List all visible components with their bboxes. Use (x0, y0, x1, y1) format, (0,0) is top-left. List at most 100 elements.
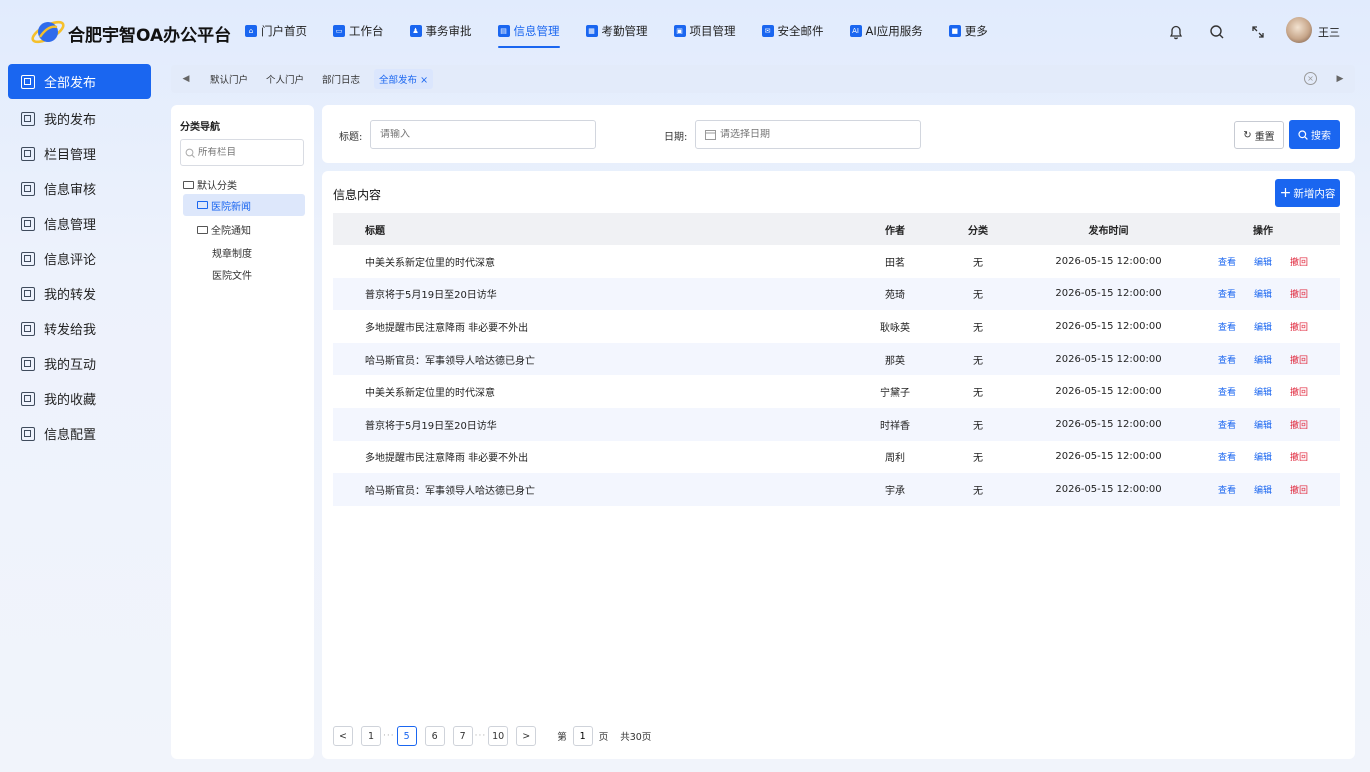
recall-link[interactable]: 撤回 (1290, 453, 1308, 463)
nav-workbench[interactable]: ▭ 工作台 (320, 0, 397, 62)
nav-more[interactable]: ■ 更多 (936, 0, 1001, 62)
view-link[interactable]: 查看 (1218, 323, 1236, 333)
sidebar-item-column-management[interactable]: 栏目管理 (0, 136, 160, 171)
sidebar-item-info-config[interactable]: 信息配置 (0, 416, 160, 451)
cell-title[interactable]: 普京将于5月19日至20日访华 (333, 277, 865, 311)
tab-personal-portal[interactable]: 个人门户 (257, 72, 313, 86)
ellipsis[interactable]: ··· (475, 731, 487, 741)
edit-link[interactable]: 编辑 (1254, 388, 1272, 398)
cell-category: 无 (925, 407, 1031, 441)
column-icon (21, 146, 35, 161)
favorite-icon (21, 391, 35, 406)
pagination: < 1 ··· 5 6 7 ··· 10 > 第 页 共30页 (333, 726, 657, 746)
cell-title[interactable]: 哈马斯官员：军事领导人哈达德已身亡 (333, 473, 865, 506)
page-7[interactable]: 7 (452, 726, 473, 746)
nav-secure-mail[interactable]: ✉ 安全邮件 (749, 0, 837, 62)
cell-title[interactable]: 哈马斯官员：军事领导人哈达德已身亡 (333, 342, 865, 376)
edit-link[interactable]: 编辑 (1254, 323, 1272, 333)
sidebar-item-forwarded-to-me[interactable]: 转发给我 (0, 311, 160, 346)
user-name[interactable]: 王三 (1318, 24, 1340, 40)
edit-link[interactable]: 编辑 (1254, 356, 1272, 366)
edit-link[interactable]: 编辑 (1254, 453, 1272, 463)
avatar[interactable] (1286, 17, 1312, 43)
tree-node-documents[interactable]: 医院文件 (212, 267, 252, 282)
goto-prefix: 第 (557, 732, 567, 743)
sidebar-item-my-forwards[interactable]: 我的转发 (0, 276, 160, 311)
cell-title[interactable]: 多地提醒市民注意降雨 非必要不外出 (333, 441, 865, 474)
nav-project[interactable]: ▣ 项目管理 (661, 0, 749, 62)
tab-scroll-left-icon[interactable]: ◀ (171, 65, 201, 93)
fullscreen-icon[interactable] (1248, 22, 1268, 42)
sidebar-item-info-management[interactable]: 信息管理 (0, 206, 160, 241)
category-search-input[interactable] (198, 147, 298, 158)
planet-logo-icon (31, 20, 65, 44)
view-link[interactable]: 查看 (1218, 388, 1236, 398)
ellipsis[interactable]: ··· (383, 731, 395, 741)
recall-link[interactable]: 撤回 (1290, 323, 1308, 333)
page-10[interactable]: 10 (488, 726, 509, 746)
tree-node-regulations[interactable]: 规章制度 (212, 245, 252, 260)
view-link[interactable]: 查看 (1218, 421, 1236, 431)
close-all-tabs-icon[interactable]: × (1304, 72, 1317, 85)
page-5[interactable]: 5 (396, 726, 417, 746)
add-content-button[interactable]: + 新增内容 (1275, 179, 1340, 207)
bell-icon[interactable] (1166, 22, 1186, 42)
tab-scroll-right-icon[interactable]: ▶ (1325, 65, 1355, 93)
edit-link[interactable]: 编辑 (1254, 421, 1272, 431)
nav-info-management[interactable]: ▤ 信息管理 (485, 0, 573, 62)
sidebar-item-info-review[interactable]: 信息审核 (0, 171, 160, 206)
page-6[interactable]: 6 (424, 726, 445, 746)
view-link[interactable]: 查看 (1218, 290, 1236, 300)
sidebar-item-my-interactions[interactable]: 我的互动 (0, 346, 160, 381)
sidebar-item-info-comments[interactable]: 信息评论 (0, 241, 160, 276)
recall-link[interactable]: 撤回 (1290, 290, 1308, 300)
search-icon[interactable] (1207, 22, 1227, 42)
tree-node-hospital-news[interactable]: 医院新闻 (183, 194, 305, 216)
nav-home[interactable]: ⌂ 门户首页 (232, 0, 320, 62)
view-link[interactable]: 查看 (1218, 486, 1236, 496)
cell-title[interactable]: 中美关系新定位里的时代深意 (333, 375, 865, 408)
page-1[interactable]: 1 (361, 726, 381, 746)
date-input[interactable] (720, 129, 920, 140)
reset-button[interactable]: ↻ 重置 (1234, 121, 1284, 149)
sidebar-item-all-published[interactable]: 全部发布 (8, 64, 151, 99)
view-link[interactable]: 查看 (1218, 453, 1236, 463)
calendar-icon (705, 130, 716, 140)
prev-page-button[interactable]: < (333, 726, 353, 746)
search-button[interactable]: 搜索 (1289, 120, 1340, 149)
goto-suffix: 页 (598, 732, 609, 743)
recall-link[interactable]: 撤回 (1290, 486, 1308, 496)
tree-node-default[interactable]: 默认分类 (183, 177, 237, 192)
title-field[interactable] (370, 120, 596, 149)
nav-attendance[interactable]: ▦ 考勤管理 (573, 0, 661, 62)
nav-ai-service[interactable]: AI AI应用服务 (837, 0, 936, 62)
title-input[interactable] (380, 129, 595, 140)
cell-category: 无 (973, 388, 983, 400)
next-page-button[interactable]: > (516, 726, 537, 746)
review-icon (21, 181, 35, 196)
cell-title[interactable]: 中美关系新定位里的时代深意 (333, 245, 865, 278)
date-picker[interactable] (695, 120, 921, 149)
home-icon: ⌂ (245, 25, 257, 37)
nav-approval[interactable]: ♟ 事务审批 (397, 0, 485, 62)
edit-link[interactable]: 编辑 (1254, 486, 1272, 496)
recall-link[interactable]: 撤回 (1290, 258, 1308, 268)
view-link[interactable]: 查看 (1218, 258, 1236, 268)
recall-link[interactable]: 撤回 (1290, 388, 1308, 398)
category-search[interactable] (180, 139, 304, 166)
tab-all-published[interactable]: 全部发布 × (374, 69, 434, 89)
recall-link[interactable]: 撤回 (1290, 421, 1308, 431)
project-icon: ▣ (673, 25, 686, 37)
sidebar-item-my-published[interactable]: 我的发布 (0, 101, 160, 136)
view-link[interactable]: 查看 (1218, 356, 1236, 366)
cell-title[interactable]: 普京将于5月19日至20日访华 (333, 407, 865, 441)
edit-link[interactable]: 编辑 (1254, 290, 1272, 300)
tab-default-portal[interactable]: 默认门户 (201, 72, 257, 86)
sidebar-item-my-favorites[interactable]: 我的收藏 (0, 381, 160, 416)
recall-link[interactable]: 撤回 (1290, 356, 1308, 366)
goto-page-input[interactable] (572, 726, 593, 746)
tree-node-notices[interactable]: 全院通知 (197, 222, 251, 237)
edit-link[interactable]: 编辑 (1254, 258, 1272, 268)
cell-title[interactable]: 多地提醒市民注意降雨 非必要不外出 (333, 310, 865, 343)
tab-department-log[interactable]: 部门日志 (313, 72, 369, 86)
